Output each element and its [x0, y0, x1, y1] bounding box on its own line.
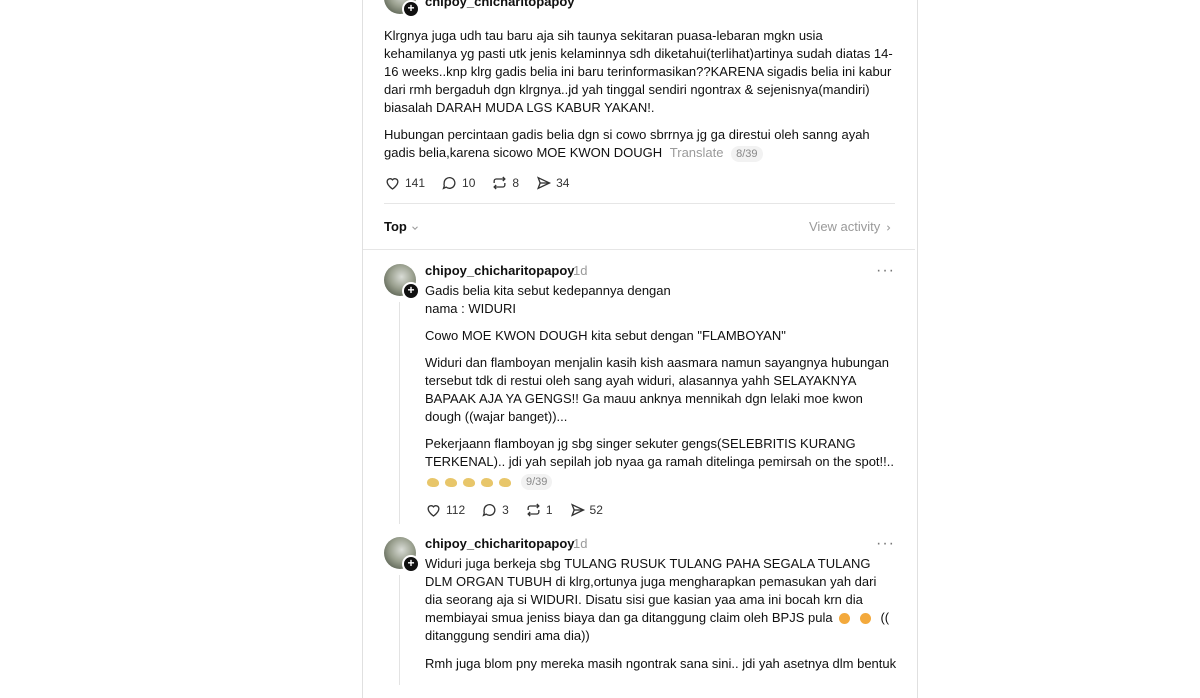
avatar[interactable]: + [384, 537, 420, 573]
like-button[interactable]: 112 [425, 502, 465, 518]
divider [384, 203, 895, 204]
view-activity-label: View activity [809, 219, 881, 234]
reply1-line2: nama : WIDURI [425, 301, 517, 316]
sort-label: Top [384, 219, 407, 234]
share-count: 52 [589, 503, 603, 517]
thread-line [399, 575, 400, 685]
heart-icon [386, 178, 399, 190]
reply1-actions: 112 3 1 52 [425, 502, 619, 518]
comment-icon [482, 504, 496, 517]
clapping-hands-emoji [445, 477, 457, 487]
reply2-paragraph-2: Rmh juga blom pny mereka masih ngontrak … [425, 656, 897, 671]
more-options-icon[interactable]: ··· [876, 0, 895, 7]
reply1-time: 1d [573, 263, 588, 278]
share-icon [537, 176, 552, 190]
share-count: 34 [556, 176, 570, 190]
post-paragraph-2-text: Hubungan percintaan gadis belia dgn si c… [384, 127, 870, 160]
more-options-icon[interactable]: ··· [876, 536, 895, 552]
share-button[interactable]: 52 [569, 502, 603, 518]
avatar[interactable]: + [384, 264, 420, 300]
clapping-hands-emoji [463, 477, 475, 487]
clapping-hands-emoji [427, 477, 439, 487]
reply2-paragraph-1: Widuri juga berkeja sbg TULANG RUSUK TUL… [425, 555, 895, 645]
thread-line [399, 302, 400, 524]
follow-plus-icon[interactable]: + [402, 282, 420, 300]
repost-count: 1 [545, 503, 553, 517]
chevron-down-icon [412, 225, 419, 230]
reply2-paragraph-1-text: Widuri juga berkeja sbg TULANG RUSUK TUL… [425, 556, 877, 625]
follow-plus-icon[interactable]: + [402, 555, 420, 573]
follow-plus-icon[interactable]: + [402, 0, 420, 18]
share-icon [570, 503, 585, 517]
reply1-emoji-row: 9/39 [427, 474, 553, 490]
like-count: 141 [405, 176, 426, 190]
repost-icon [493, 176, 507, 190]
comment-icon [442, 177, 456, 190]
clapping-hands-emoji [499, 477, 511, 487]
clapping-hands-emoji [481, 477, 493, 487]
heart-icon [427, 505, 440, 517]
reply-button[interactable]: 10 [441, 175, 475, 191]
post-counter-badge: 8/39 [731, 146, 763, 162]
sort-dropdown[interactable]: Top [384, 219, 420, 234]
hot-face-emoji [839, 613, 851, 625]
like-button[interactable]: 141 [384, 175, 425, 191]
chevron-right-icon [886, 224, 891, 231]
reply2-username[interactable]: chipoy_chicharitopapoy [425, 536, 575, 551]
section-divider [363, 249, 915, 250]
share-button[interactable]: 34 [535, 175, 569, 191]
reply2-time: 1d [573, 536, 588, 551]
repost-count: 8 [512, 176, 520, 190]
repost-button[interactable]: 1 [525, 502, 553, 518]
reply1-paragraph-3: Pekerjaann flamboyan jg sbg singer sekut… [425, 436, 894, 469]
translate-link[interactable]: Translate [670, 145, 724, 160]
like-count: 112 [446, 503, 466, 517]
post-paragraph-2: Hubungan percintaan gadis belia dgn si c… [384, 126, 884, 162]
reply-button[interactable]: 3 [481, 502, 509, 518]
reply-count: 10 [462, 176, 476, 190]
repost-button[interactable]: 8 [491, 175, 519, 191]
post-paragraph-1: Klrgnya juga udh tau baru aja sih taunya… [384, 28, 893, 115]
more-options-icon[interactable]: ··· [876, 263, 895, 279]
view-activity-link[interactable]: View activity [809, 219, 893, 234]
post-username[interactable]: chipoy_chicharitopapoy [425, 0, 575, 9]
reply-count: 3 [502, 503, 509, 517]
hot-face-emoji [859, 613, 871, 625]
reply1-paragraph-1: Cowo MOE KWON DOUGH kita sebut dengan "F… [425, 328, 786, 343]
reply1-paragraph-2: Widuri dan flamboyan menjalin kasih kish… [425, 355, 889, 424]
reply1-line1: Gadis belia kita sebut kedepannya dengan [425, 283, 671, 298]
reply1-username[interactable]: chipoy_chicharitopapoy [425, 263, 575, 278]
repost-icon [527, 503, 540, 517]
reply1-counter-badge: 9/39 [521, 474, 553, 490]
post-actions: 141 10 8 34 [384, 175, 585, 191]
